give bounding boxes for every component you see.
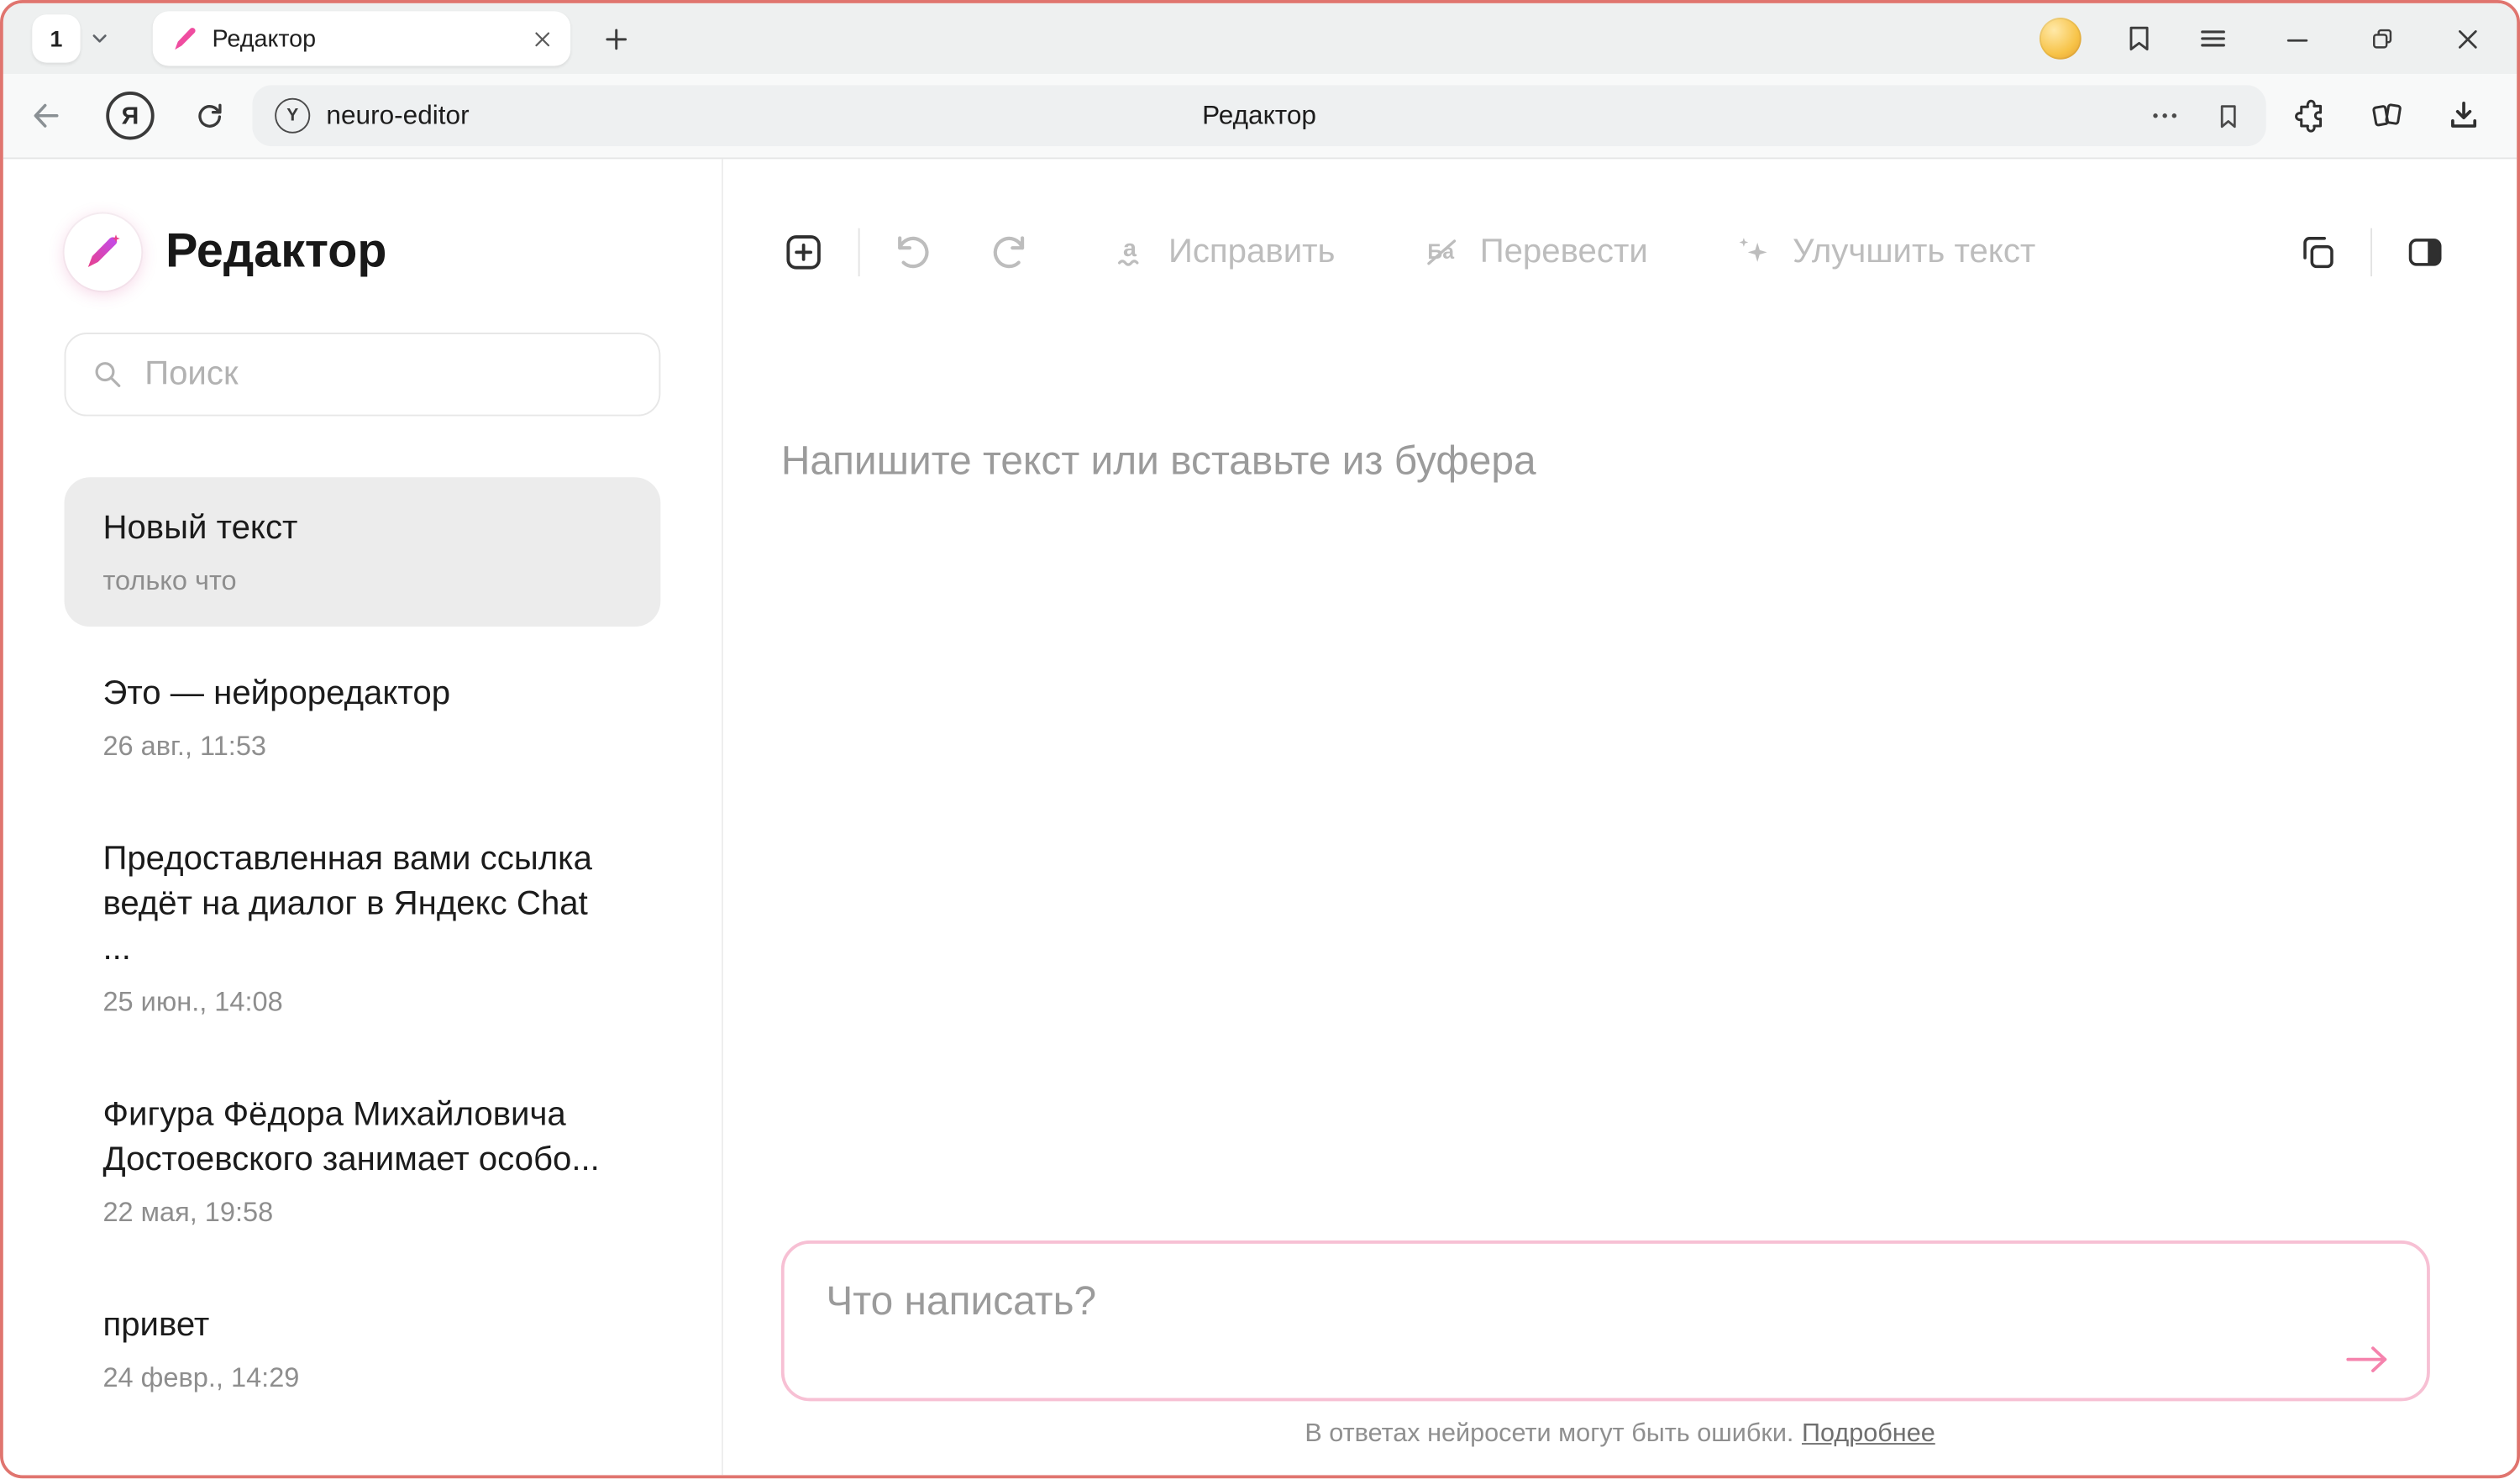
editor-favicon-pen-icon [171,25,198,53]
downloads-icon[interactable] [2446,98,2481,134]
chevron-down-icon[interactable] [88,28,111,50]
tab-bar: 1 Редактор [3,3,2517,74]
doc-time: 24 февр., 14:29 [102,1362,622,1394]
improve-text-button[interactable]: Улучшить текст [1735,233,2035,271]
address-toolbar: Я Y neuro-editor Редактор [3,74,2517,159]
tab-title: Редактор [213,25,518,53]
tab-counter[interactable]: 1 [32,14,80,62]
app-title: Редактор [165,225,386,280]
doc-time: 22 мая, 19:58 [102,1197,622,1229]
restore-icon[interactable] [2369,25,2397,53]
doc-time: 25 июн., 14:08 [102,987,622,1019]
doc-item[interactable]: Фигура Фёдора Михайловича Достоевского з… [65,1064,661,1259]
disclaimer-link[interactable]: Подробнее [1802,1420,1935,1448]
refresh-icon[interactable] [193,99,227,133]
panel-toggle-icon[interactable] [2404,232,2446,274]
sparkles-icon [1735,233,1773,271]
editor-panel: а Исправить Ба Перевести [723,159,2517,1475]
search-input[interactable] [141,354,633,396]
translate-button[interactable]: Ба Перевести [1422,233,1648,271]
collections-icon[interactable] [2369,98,2404,134]
translate-icon: Ба [1422,233,1461,271]
doc-title: Предоставленная вами ссылка ведёт на диа… [102,837,622,973]
undo-icon[interactable] [892,232,934,274]
doc-time: только что [102,565,622,597]
editor-toolbar: а Исправить Ба Перевести [723,159,2517,297]
avatar[interactable] [2040,18,2082,60]
search-box[interactable] [65,333,661,416]
new-tab-button[interactable] [602,25,630,53]
sidebar: Редактор Новый текст только что Это — не… [3,159,723,1475]
address-bar[interactable]: Y neuro-editor Редактор [252,85,2265,146]
doc-time: 26 авг., 11:53 [102,732,622,763]
doc-title: привет [102,1303,622,1349]
svg-text:а: а [1123,235,1137,262]
browser-tab[interactable]: Редактор [153,11,570,66]
doc-item[interactable]: Это — нейроредактор 26 авг., 11:53 [65,642,661,792]
yandex-button[interactable]: Я [106,92,154,139]
doc-title: Фигура Фёдора Михайловича Достоевского з… [102,1093,622,1183]
editor-placeholder: Напишите текст или вставьте из буфера [781,438,1536,484]
disclaimer-text: В ответах нейросети могут быть ошибки. [1305,1420,1793,1448]
menu-hamburger-icon[interactable] [2197,23,2229,55]
fix-button[interactable]: а Исправить [1110,233,1335,271]
divider [2370,228,2372,276]
site-icon: Y [275,98,310,134]
back-icon[interactable] [29,98,64,134]
search-icon [92,359,123,391]
divider [858,228,860,276]
copy-icon[interactable] [2297,232,2339,274]
more-options-icon[interactable] [2149,100,2181,132]
new-document-icon[interactable] [781,230,827,275]
translate-label: Перевести [1480,233,1648,271]
disclaimer: В ответах нейросети могут быть ошибки. По… [723,1401,2517,1475]
url-text[interactable]: neuro-editor [326,101,469,131]
content-area: Редактор Новый текст только что Это — не… [3,159,2517,1475]
document-list: Новый текст только что Это — нейроредакт… [65,477,661,1424]
doc-title: Это — нейроредактор [102,672,622,717]
doc-item-new-text[interactable]: Новый текст только что [65,477,661,627]
spellcheck-icon: а [1110,233,1149,271]
prompt-box[interactable] [781,1240,2430,1401]
redo-icon[interactable] [989,232,1031,274]
close-window-icon[interactable] [2454,25,2482,53]
send-arrow-icon[interactable] [2340,1340,2395,1379]
editor-text-area[interactable]: Напишите текст или вставьте из буфера [723,297,2517,1240]
doc-item[interactable]: привет 24 февр., 14:29 [65,1274,661,1424]
browser-window: 1 Редактор [0,0,2520,1478]
improve-label: Улучшить текст [1793,233,2035,271]
prompt-input[interactable] [785,1244,2427,1398]
side-panel-bookmark-icon[interactable] [2123,23,2155,55]
bookmark-icon[interactable] [2213,101,2244,131]
extensions-puzzle-icon[interactable] [2292,98,2327,134]
page-title: Редактор [252,101,2265,131]
doc-title: Новый текст [102,506,622,552]
fix-label: Исправить [1168,233,1336,271]
app-logo-row: Редактор [65,213,661,291]
tab-close-icon[interactable] [532,28,553,49]
minimize-icon[interactable] [2284,25,2312,53]
doc-item[interactable]: Предоставленная вами ссылка ведёт на диа… [65,808,661,1047]
magic-pen-logo-icon [65,213,142,291]
screen: 1 Редактор [0,0,2520,1478]
